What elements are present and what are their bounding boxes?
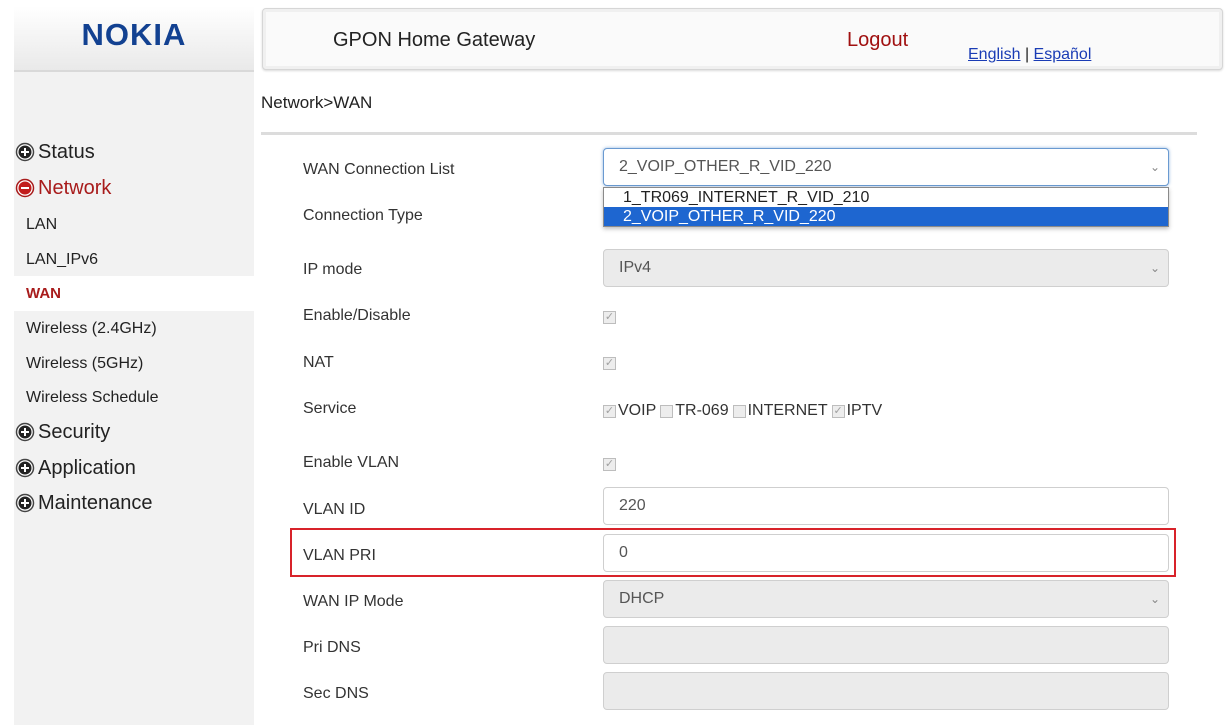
menu-security[interactable]: Security	[14, 418, 110, 446]
wan-connection-select-value: 2_VOIP_OTHER_R_VID_220	[619, 158, 832, 175]
plus-circle-icon	[14, 421, 36, 443]
checkmark-icon: ✓	[604, 311, 615, 323]
checkmark-icon: ✓	[604, 357, 615, 369]
label-enable-vlan: Enable VLAN	[303, 454, 400, 471]
label-vlan-id: VLAN ID	[303, 501, 366, 518]
chevron-down-icon: ⌄	[1149, 261, 1160, 275]
divider	[261, 132, 1197, 135]
logo-header: NOKIA	[14, 6, 254, 72]
service-internet-checkbox[interactable]	[732, 404, 746, 418]
plus-circle-icon	[14, 492, 36, 514]
wan-connection-dropdown[interactable]: 1_TR069_INTERNET_R_VID_210 2_VOIP_OTHER_…	[603, 187, 1169, 227]
menu-application[interactable]: Application	[14, 454, 136, 482]
sidebar-item-wireless-schedule[interactable]: Wireless Schedule	[14, 380, 254, 415]
nokia-logo: NOKIA	[81, 17, 187, 52]
menu-network-label: Network	[38, 176, 112, 199]
label-ip-mode: IP mode	[303, 261, 363, 278]
sidebar-item-lan-ipv6[interactable]: LAN_IPv6	[14, 242, 254, 277]
label-service: Service	[303, 400, 357, 417]
label-enable-disable: Enable/Disable	[303, 307, 411, 324]
enable-disable-checkbox[interactable]: ✓	[603, 311, 616, 324]
language-switcher: English | Español	[968, 46, 1091, 64]
service-voip-checkbox[interactable]: ✓	[603, 404, 616, 418]
chevron-down-icon: ⌄	[1149, 160, 1160, 174]
minus-circle-icon	[14, 177, 36, 199]
menu-status-label: Status	[38, 140, 95, 163]
checkmark-icon: ✓	[833, 404, 843, 417]
menu-network[interactable]: Network	[14, 174, 111, 202]
wan-connection-select[interactable]: 2_VOIP_OTHER_R_VID_220 ⌄	[603, 148, 1169, 186]
label-sec-dns: Sec DNS	[303, 685, 369, 702]
menu-status[interactable]: Status	[14, 138, 95, 166]
lang-espanol-link[interactable]: Español	[1034, 46, 1092, 63]
checkmark-icon: ✓	[604, 458, 615, 470]
vlan-id-input[interactable]: 220	[603, 487, 1169, 525]
service-iptv-label: IPTV	[846, 402, 883, 419]
sidebar-item-wan[interactable]: WAN	[14, 276, 254, 311]
wan-ip-mode-select: DHCP ⌄	[603, 580, 1169, 618]
dropdown-option[interactable]: 1_TR069_INTERNET_R_VID_210	[604, 188, 1168, 207]
dropdown-option-selected[interactable]: 2_VOIP_OTHER_R_VID_220	[604, 207, 1168, 226]
vlan-id-value: 220	[619, 497, 646, 514]
service-tr069-label: TR-069	[675, 402, 729, 419]
wan-ip-mode-value: DHCP	[619, 590, 665, 607]
chevron-down-icon: ⌄	[1149, 592, 1160, 606]
label-wan-ip-mode: WAN IP Mode	[303, 593, 404, 610]
app-title: GPON Home Gateway	[333, 29, 536, 51]
menu-maintenance-label: Maintenance	[38, 491, 153, 514]
pri-dns-input	[603, 626, 1169, 664]
service-tr069-checkbox[interactable]	[660, 404, 674, 418]
label-pri-dns: Pri DNS	[303, 639, 361, 656]
sidebar-item-wireless-5[interactable]: Wireless (5GHz)	[14, 346, 254, 381]
lang-separator: |	[1024, 46, 1030, 63]
label-connection-type: Connection Type	[303, 207, 423, 224]
sec-dns-input	[603, 672, 1169, 710]
vlan-pri-highlight	[290, 528, 1176, 577]
label-nat: NAT	[303, 354, 334, 371]
service-checkbox-group: ✓ VOIP TR-069 INTERNET ✓ IPTV	[603, 402, 886, 420]
menu-security-label: Security	[38, 420, 111, 443]
label-wan-connection-list: WAN Connection List	[303, 161, 455, 178]
checkmark-icon: ✓	[604, 404, 615, 417]
ip-mode-value: IPv4	[619, 259, 652, 276]
menu-application-label: Application	[38, 456, 136, 479]
service-voip-label: VOIP	[618, 402, 657, 419]
sidebar-item-wireless-24[interactable]: Wireless (2.4GHz)	[14, 311, 254, 346]
ip-mode-select: IPv4 ⌄	[603, 249, 1169, 287]
lang-english-link[interactable]: English	[968, 46, 1020, 63]
service-internet-label: INTERNET	[747, 402, 828, 419]
menu-maintenance[interactable]: Maintenance	[14, 489, 153, 517]
sidebar-item-lan[interactable]: LAN	[14, 207, 254, 242]
nat-checkbox[interactable]: ✓	[603, 357, 616, 370]
service-iptv-checkbox[interactable]: ✓	[831, 404, 845, 418]
enable-vlan-checkbox[interactable]: ✓	[603, 458, 616, 471]
logout-link[interactable]: Logout	[847, 29, 908, 52]
plus-circle-icon	[14, 141, 36, 163]
breadcrumb: Network>WAN	[261, 93, 373, 112]
plus-circle-icon	[14, 457, 36, 479]
